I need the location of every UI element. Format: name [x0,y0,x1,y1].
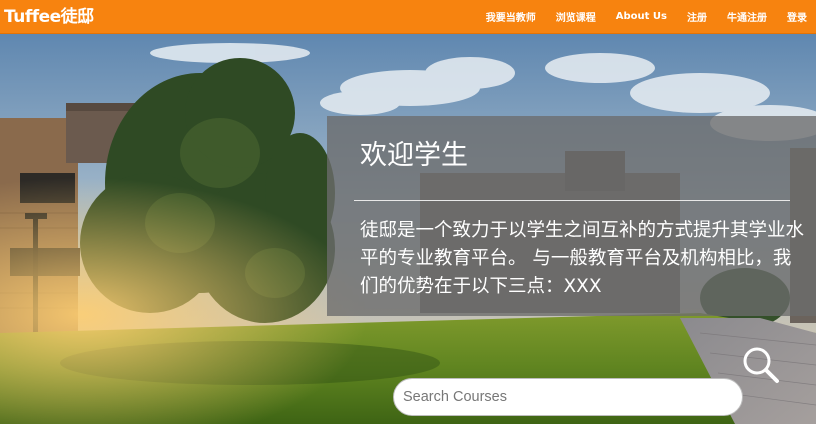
nav-item-about-us[interactable]: About Us [616,11,667,22]
search-input[interactable] [403,379,728,415]
nav-item-niutong-register[interactable]: 牛通注册 [727,9,767,24]
page: Tuffee徒邸 我要当教师 浏览课程 About Us 注册 牛通注册 登录 [0,0,816,424]
welcome-title: 欢迎学生 [360,140,468,171]
nav-item-register[interactable]: 注册 [687,9,707,24]
main-nav: 我要当教师 浏览课程 About Us 注册 牛通注册 登录 [486,0,807,33]
site-logo[interactable]: Tuffee徒邸 [4,6,94,28]
welcome-divider [354,200,790,201]
nav-item-login[interactable]: 登录 [787,9,807,24]
top-navbar: Tuffee徒邸 我要当教师 浏览课程 About Us 注册 牛通注册 登录 [0,0,816,33]
welcome-panel: 欢迎学生 徒邸是一个致力于以学生之间互补的方式提升其学业水平的专业教育平台。 与… [327,116,816,316]
welcome-description: 徒邸是一个致力于以学生之间互补的方式提升其学业水平的专业教育平台。 与一般教育平… [360,220,805,297]
nav-item-become-teacher[interactable]: 我要当教师 [486,9,536,24]
nav-item-browse-courses[interactable]: 浏览课程 [556,9,596,24]
search-icon[interactable] [741,345,781,385]
search-box [393,378,743,416]
